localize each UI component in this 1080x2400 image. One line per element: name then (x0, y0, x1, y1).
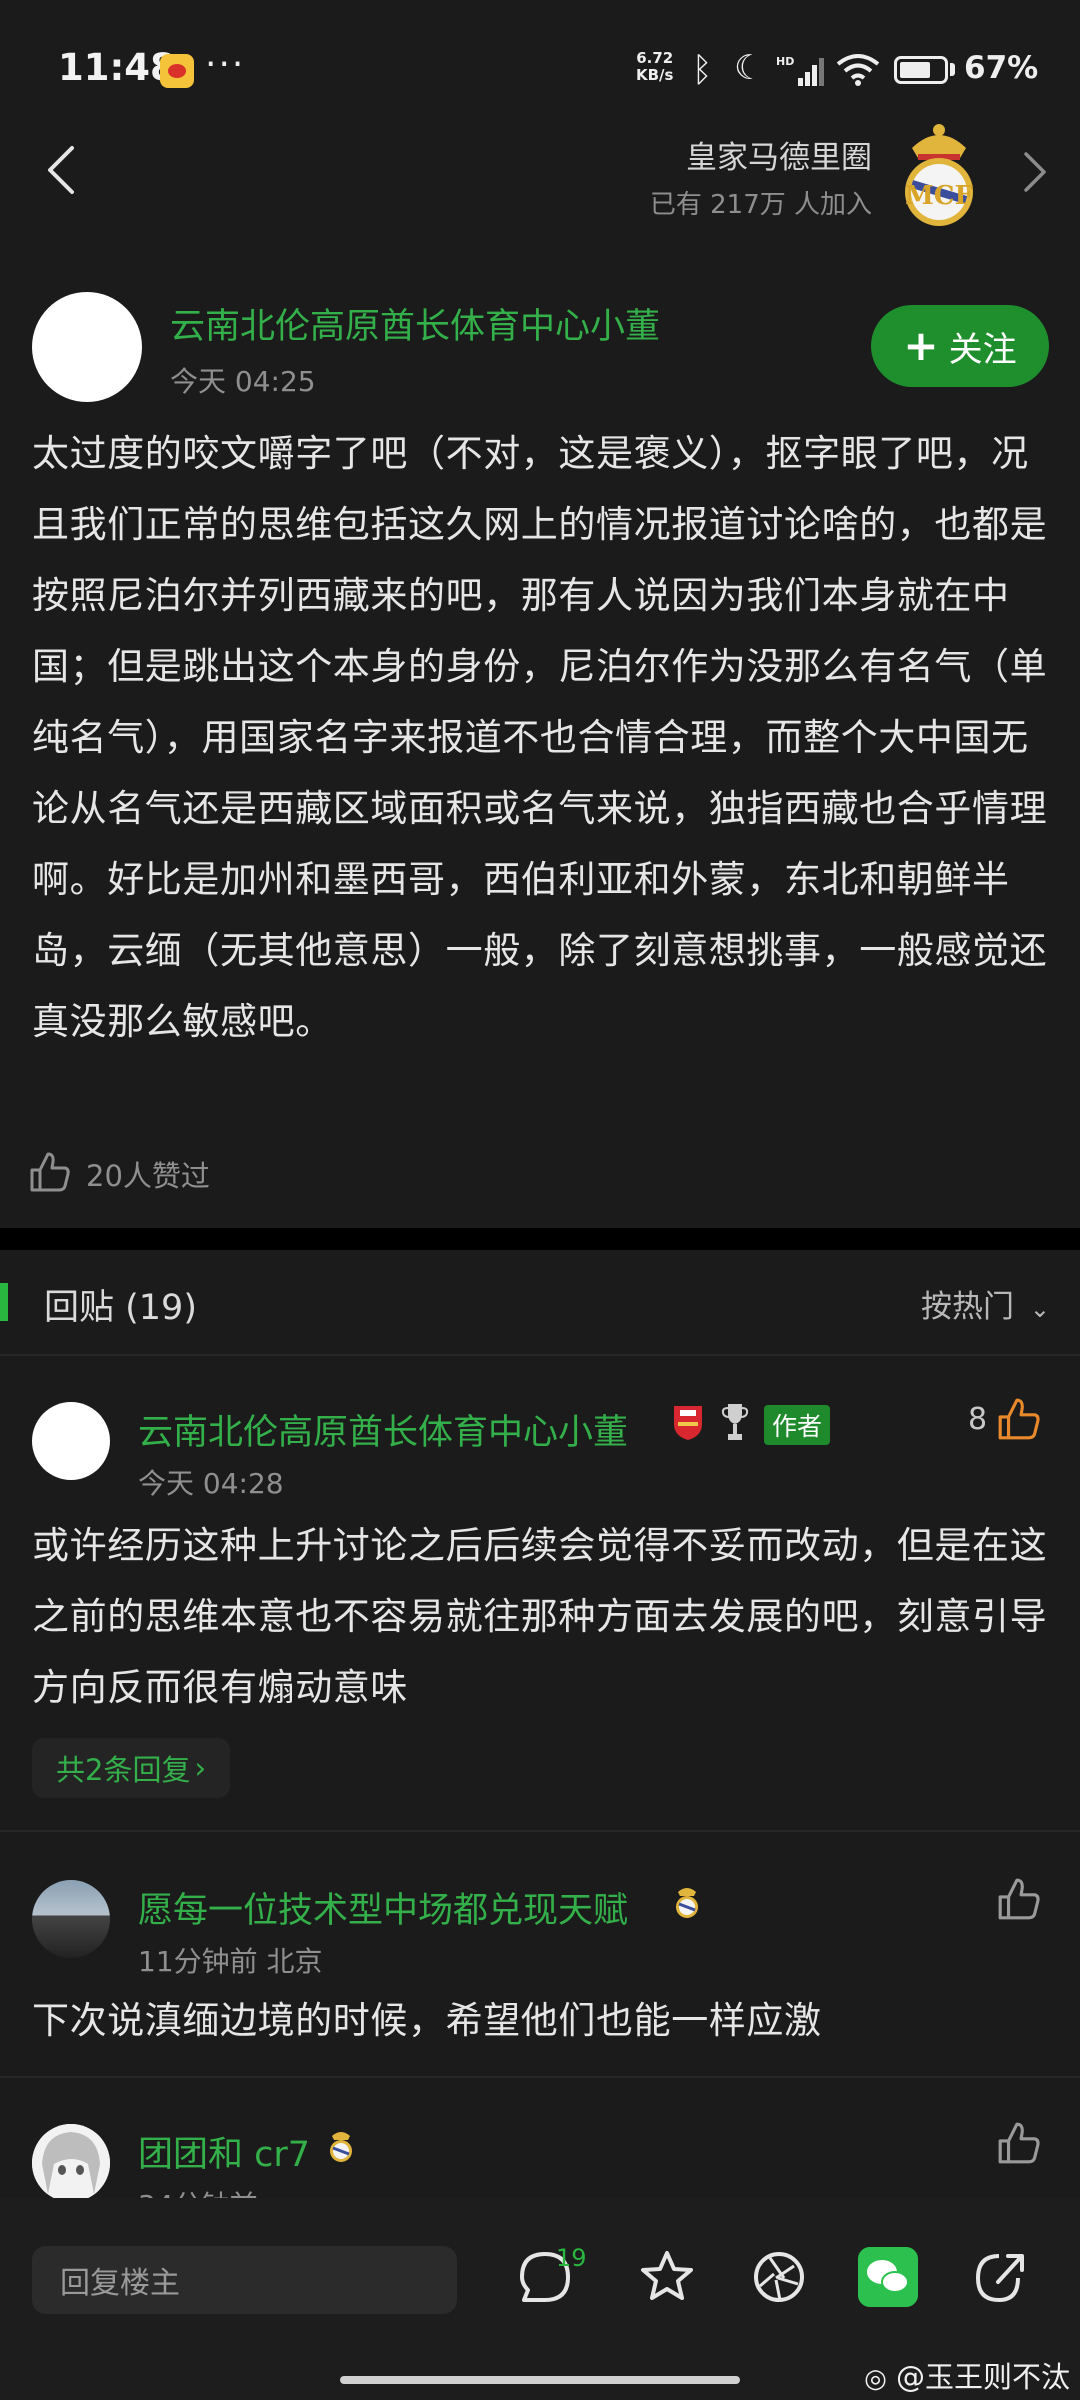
weibo-watermark: ◎ @玉王则不汰 (864, 2354, 1070, 2396)
reply-author-name[interactable]: 云南北伦高原酋长体育中心小董 (138, 1404, 628, 1455)
author-tag-badge: 作者 (764, 1405, 831, 1445)
divider (0, 1830, 1080, 1832)
thumbs-up-icon[interactable] (996, 1396, 1042, 1442)
section-divider (0, 1228, 1080, 1250)
weibo-logo-icon: ◎ (864, 2364, 887, 2394)
do-not-disturb-icon: ☾ (734, 48, 765, 88)
reply-like-count: 8 (968, 1402, 988, 1437)
thumbs-up-icon[interactable] (996, 1876, 1042, 1922)
view-sub-replies-button[interactable]: 共2条回复 › (32, 1738, 231, 1798)
network-speed: 6.72 KB/s (636, 50, 673, 84)
battery-cap (950, 63, 955, 76)
bluetooth-icon: ᛒ (692, 50, 713, 90)
plus-icon: + (903, 321, 939, 370)
trophy-badge-icon (721, 1404, 749, 1440)
real-madrid-crest-icon[interactable]: MCF (898, 118, 980, 228)
circle-name[interactable]: 皇家马德里圈 (686, 132, 872, 177)
share-icon[interactable] (972, 2248, 1030, 2306)
reply-body: 下次说滇缅边境的时候，希望他们也能一样应激 (32, 1999, 822, 2042)
wechat-icon[interactable] (858, 2247, 918, 2307)
post-likes-count[interactable]: 20人赞过 (86, 1153, 210, 1195)
replies-accent-bar (0, 1283, 8, 1321)
network-speed-unit: KB/s (636, 66, 674, 84)
reply-input[interactable]: 回复楼主 (32, 2246, 457, 2314)
chevron-right-icon: › (194, 1751, 207, 1785)
watermark-text: @玉王则不汰 (895, 2360, 1070, 2394)
reply-time: 今天 04:28 (138, 1467, 284, 1500)
divider (0, 1354, 1080, 1356)
sort-dropdown[interactable]: 按热门 ⌄ (921, 1281, 1050, 1326)
follow-button[interactable]: + 关注 (871, 305, 1049, 387)
reply-avatar[interactable] (32, 1880, 110, 1958)
weibo-notification-icon (160, 54, 194, 88)
reply-time: 11分钟前 北京 (138, 1945, 323, 1978)
follow-label: 关注 (948, 329, 1017, 370)
battery-icon (894, 56, 948, 84)
home-indicator[interactable] (340, 2376, 740, 2384)
reply-avatar[interactable] (32, 2124, 110, 2202)
author-avatar[interactable] (32, 292, 142, 402)
reply-avatar[interactable] (32, 1402, 110, 1480)
network-speed-value: 6.72 (636, 49, 674, 67)
circle-member-count: 已有 217万 人加入 (649, 190, 872, 220)
chevron-down-icon: ⌄ (1029, 1295, 1050, 1323)
battery-level (900, 62, 930, 78)
status-time: 11:48 (58, 46, 176, 89)
star-icon[interactable] (638, 2248, 696, 2306)
thumbs-up-icon[interactable] (28, 1150, 72, 1194)
reply-author-name[interactable]: 团团和 cr7 (138, 2126, 310, 2177)
comment-count: 19 (556, 2244, 587, 2272)
real-madrid-badge-icon (676, 1888, 698, 1918)
chevron-right-icon[interactable] (1020, 150, 1050, 194)
back-icon[interactable] (42, 144, 82, 196)
post-author-name[interactable]: 云南北伦高原酋长体育中心小董 (170, 298, 660, 349)
post-body: 太过度的咬文嚼字了吧（不对，这是褒义），抠字眼了吧，况且我们正常的思维包括这久网… (32, 432, 1048, 1043)
thumbs-up-icon[interactable] (996, 2120, 1042, 2166)
signal-icon: HD (776, 55, 824, 86)
battery-percentage: 67% (964, 50, 1039, 86)
sub-replies-label: 共2条回复 (56, 1753, 191, 1787)
replies-title: 回贴 (19) (44, 1288, 197, 1328)
reply-body: 或许经历这种上升讨论之后后续会觉得不妥而改动，但是在这之前的思维本意也不容易就往… (32, 1524, 1048, 1709)
svg-text:MCF: MCF (905, 181, 973, 211)
sort-label: 按热门 (921, 1289, 1015, 1325)
svg-text:HD: HD (776, 55, 794, 68)
reply-author-name[interactable]: 愿每一位技术型中场都兑现天赋 (138, 1882, 628, 1933)
more-notifications-icon: ··· (205, 44, 246, 85)
wifi-icon (836, 54, 880, 86)
share-moments-icon[interactable] (750, 2248, 808, 2306)
post-time: 今天 04:25 (170, 365, 316, 398)
arsenal-badge-icon (674, 1406, 702, 1440)
real-madrid-badge-icon (330, 2132, 352, 2162)
divider (0, 2076, 1080, 2078)
